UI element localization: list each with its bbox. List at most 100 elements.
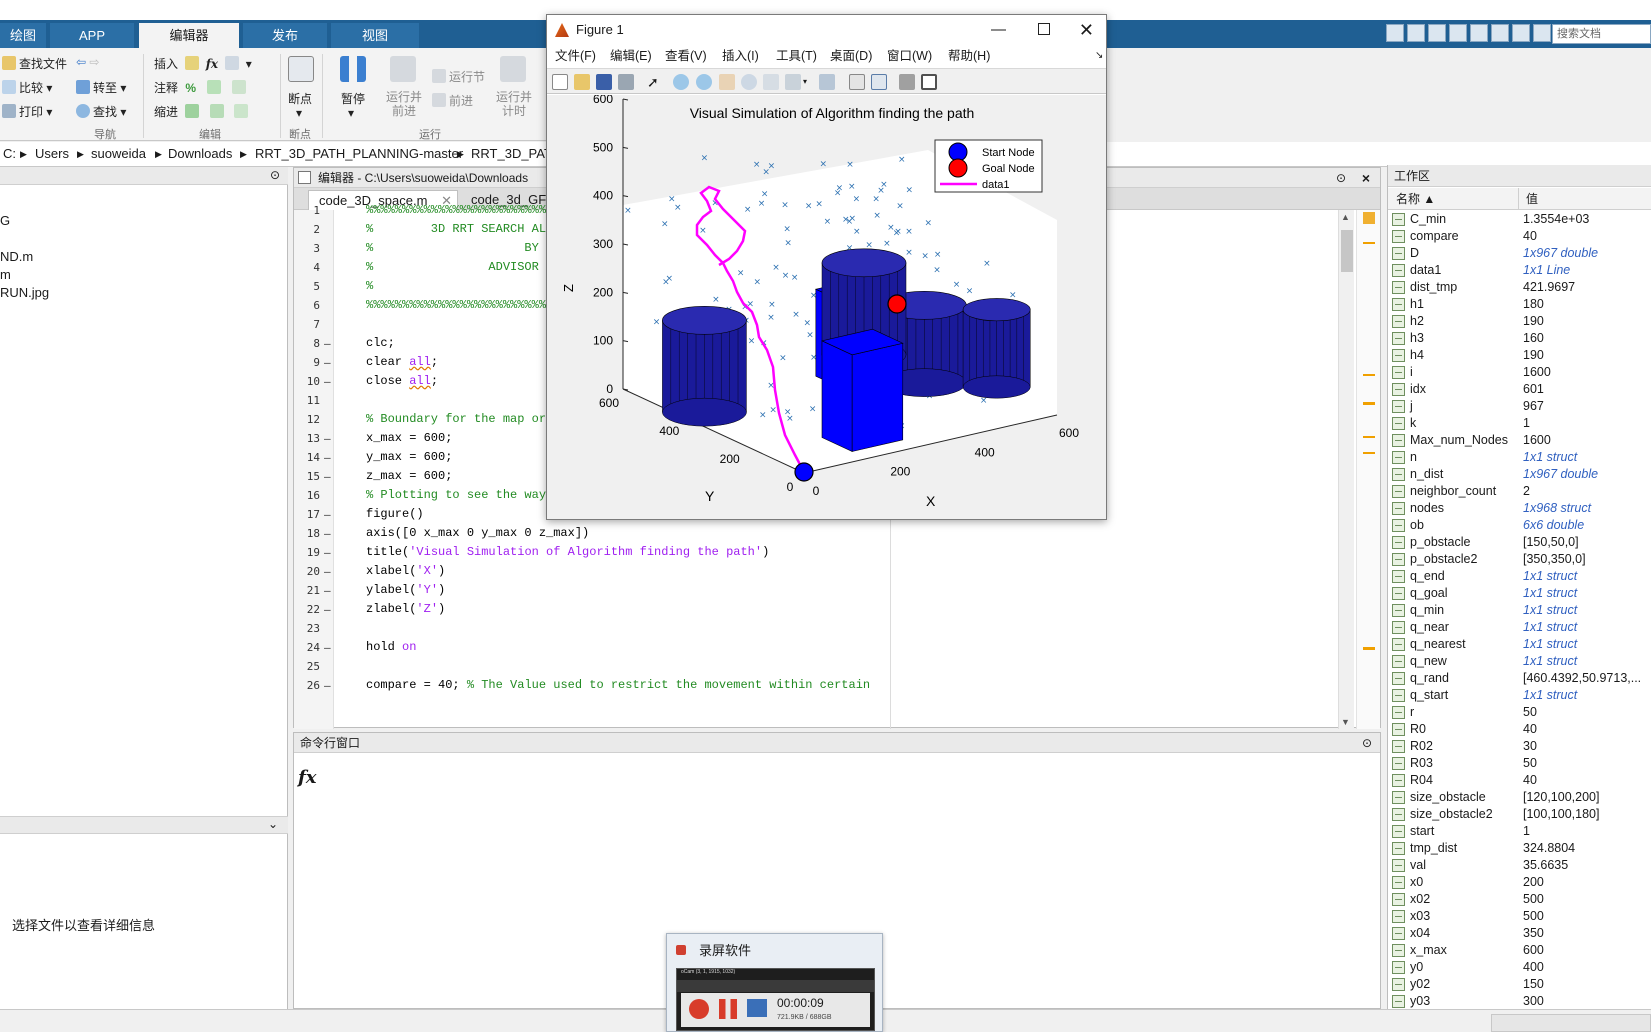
breakpoint-gutter-dash[interactable]: – xyxy=(324,641,331,654)
screen-recorder-window[interactable]: 录屏软件 oCam (3, 1, 1915, 1032) 00:00:09 72… xyxy=(666,933,883,1032)
workspace-row[interactable]: n_dist 1x967 double xyxy=(1388,466,1651,483)
function-browser-icon[interactable]: fx xyxy=(298,767,316,788)
zoom-out-icon[interactable] xyxy=(696,74,712,90)
workspace-row[interactable]: val 35.6635 xyxy=(1388,857,1651,874)
link-plot-icon[interactable] xyxy=(819,74,835,90)
file-item[interactable]: ND.m xyxy=(0,249,33,264)
brush-icon[interactable] xyxy=(785,74,801,90)
zoom-in-icon[interactable] xyxy=(673,74,689,90)
code-line[interactable]: % BY xyxy=(366,241,539,255)
workspace-row[interactable]: R02 30 xyxy=(1388,738,1651,755)
menu-edit[interactable]: 编辑(E) xyxy=(610,45,652,67)
advance-button[interactable]: 前进 xyxy=(432,92,473,109)
workspace-row[interactable]: size_obstacle [120,100,200] xyxy=(1388,789,1651,806)
find-button[interactable]: 查找 ▾ xyxy=(76,103,126,120)
show-plot-tools-icon[interactable] xyxy=(921,74,937,90)
workspace-row[interactable]: q_end 1x1 struct xyxy=(1388,568,1651,585)
warning-mark[interactable] xyxy=(1363,647,1375,650)
copy-icon[interactable] xyxy=(1428,24,1446,42)
menu-insert[interactable]: 插入(I) xyxy=(722,45,759,67)
workspace-row[interactable]: q_goal 1x1 struct xyxy=(1388,585,1651,602)
print-icon[interactable] xyxy=(618,74,634,90)
code-line[interactable]: y_max = 600; xyxy=(366,450,452,464)
workspace-row[interactable]: k1 xyxy=(1388,415,1651,432)
workspace-row[interactable]: h1 180 xyxy=(1388,296,1651,313)
code-line[interactable]: % ADVISOR xyxy=(366,260,539,274)
code-line[interactable]: % xyxy=(366,279,373,293)
code-line[interactable]: clear all; xyxy=(366,355,438,369)
workspace-row[interactable]: Max_num_Nodes 1600 xyxy=(1388,432,1651,449)
run-and-time-button[interactable]: 运行并 计时 xyxy=(496,90,532,118)
file-item[interactable]: m xyxy=(0,267,11,282)
minimize-icon[interactable]: — xyxy=(991,15,1006,45)
code-line[interactable]: ylabel('Y') xyxy=(366,583,445,597)
figure-title-bar[interactable]: Figure 1 — ✕ xyxy=(547,15,1106,45)
breakpoint-gutter-dash[interactable]: – xyxy=(324,565,331,578)
breakpoint-gutter-dash[interactable]: – xyxy=(324,584,331,597)
warning-indicator-icon[interactable] xyxy=(1363,212,1375,224)
tab-publish[interactable]: 发布 xyxy=(243,23,327,48)
warning-mark[interactable] xyxy=(1363,374,1375,376)
value-column-header[interactable]: 值 xyxy=(1526,188,1538,210)
panel-options-icon[interactable]: ⊙ xyxy=(1362,733,1372,753)
breadcrumb-item[interactable]: RRT_3D_PATH_PLANNING-master xyxy=(255,142,463,166)
workspace-row[interactable]: ob 6x6 double xyxy=(1388,517,1651,534)
code-line[interactable]: close all; xyxy=(366,374,438,388)
details-panel-header[interactable]: ⌄ xyxy=(0,816,288,834)
workspace-row[interactable]: x_max 600 xyxy=(1388,942,1651,959)
workspace-row[interactable]: dist_tmp 421.9697 xyxy=(1388,279,1651,296)
code-line[interactable]: title('Visual Simulation of Algorithm fi… xyxy=(366,545,769,559)
goto-button[interactable]: 转至 ▾ xyxy=(76,79,126,96)
search-documentation-input[interactable]: 搜索文档 xyxy=(1552,24,1651,44)
pause-dropdown-icon[interactable]: ▾ xyxy=(348,106,354,120)
tab-apps[interactable]: APP xyxy=(50,23,134,48)
workspace-row[interactable]: compare 40 xyxy=(1388,228,1651,245)
run-section-button[interactable]: 运行节 xyxy=(432,68,485,85)
menu-file[interactable]: 文件(F) xyxy=(555,45,596,67)
workspace-row[interactable]: neighbor_count 2 xyxy=(1388,483,1651,500)
workspace-row[interactable]: x04 350 xyxy=(1388,925,1651,942)
workspace-row[interactable]: idx 601 xyxy=(1388,381,1651,398)
close-icon[interactable]: × xyxy=(1362,168,1370,188)
pause-icon[interactable] xyxy=(719,999,737,1019)
workspace-row[interactable]: R03 50 xyxy=(1388,755,1651,772)
pan-icon[interactable] xyxy=(719,74,735,90)
code-line[interactable]: % Boundary for the map or xyxy=(366,412,546,426)
breakpoint-gutter-dash[interactable]: – xyxy=(324,470,331,483)
workspace-row[interactable]: h3 160 xyxy=(1388,330,1651,347)
paste-icon[interactable] xyxy=(1449,24,1467,42)
new-figure-icon[interactable] xyxy=(552,74,568,90)
maximize-icon[interactable] xyxy=(1038,23,1050,35)
dock-arrow-icon[interactable]: ↘ xyxy=(1095,45,1103,67)
run-and-advance-button[interactable]: 运行并 前进 xyxy=(386,90,422,118)
code-line[interactable]: xlabel('X') xyxy=(366,564,445,578)
edit-plot-icon[interactable]: ➚ xyxy=(647,74,663,90)
workspace-row[interactable]: start 1 xyxy=(1388,823,1651,840)
breakpoint-gutter-dash[interactable]: – xyxy=(324,356,331,369)
workspace-row[interactable]: nodes 1x968 struct xyxy=(1388,500,1651,517)
code-line[interactable]: % 3D RRT SEARCH ALG xyxy=(366,222,553,236)
warning-mark[interactable] xyxy=(1363,402,1375,405)
save-icon[interactable] xyxy=(1386,24,1404,42)
workspace-row[interactable]: n 1x1 struct xyxy=(1388,449,1651,466)
breakpoint-gutter-dash[interactable]: – xyxy=(324,451,331,464)
code-line[interactable]: clc; xyxy=(366,336,395,350)
find-files-button[interactable]: 查找文件 xyxy=(2,55,67,72)
scroll-down-icon[interactable]: ▼ xyxy=(1341,717,1350,727)
hide-plot-tools-icon[interactable] xyxy=(899,74,915,90)
workspace-row[interactable]: q_rand [460.4392,50.9713,... xyxy=(1388,670,1651,687)
chevron-down-icon[interactable]: ⌄ xyxy=(268,817,278,831)
workspace-row[interactable]: x03 500 xyxy=(1388,908,1651,925)
breadcrumb-item[interactable]: suoweida xyxy=(91,142,146,166)
workspace-row[interactable]: tmp_dist 324.8804 xyxy=(1388,840,1651,857)
workspace-row[interactable]: j 967 xyxy=(1388,398,1651,415)
open-file-icon[interactable] xyxy=(574,74,590,90)
workspace-row[interactable]: q_min 1x1 struct xyxy=(1388,602,1651,619)
data-cursor-icon[interactable] xyxy=(763,74,779,90)
scrollbar-thumb[interactable] xyxy=(1341,230,1353,272)
code-line[interactable]: x_max = 600; xyxy=(366,431,452,445)
insert-button[interactable]: 插入 fx ▾ xyxy=(154,55,252,72)
code-analyzer-bar[interactable] xyxy=(1356,210,1380,729)
breakpoints-button[interactable]: 断点 xyxy=(288,90,312,107)
scroll-up-icon[interactable]: ▲ xyxy=(1341,212,1350,222)
